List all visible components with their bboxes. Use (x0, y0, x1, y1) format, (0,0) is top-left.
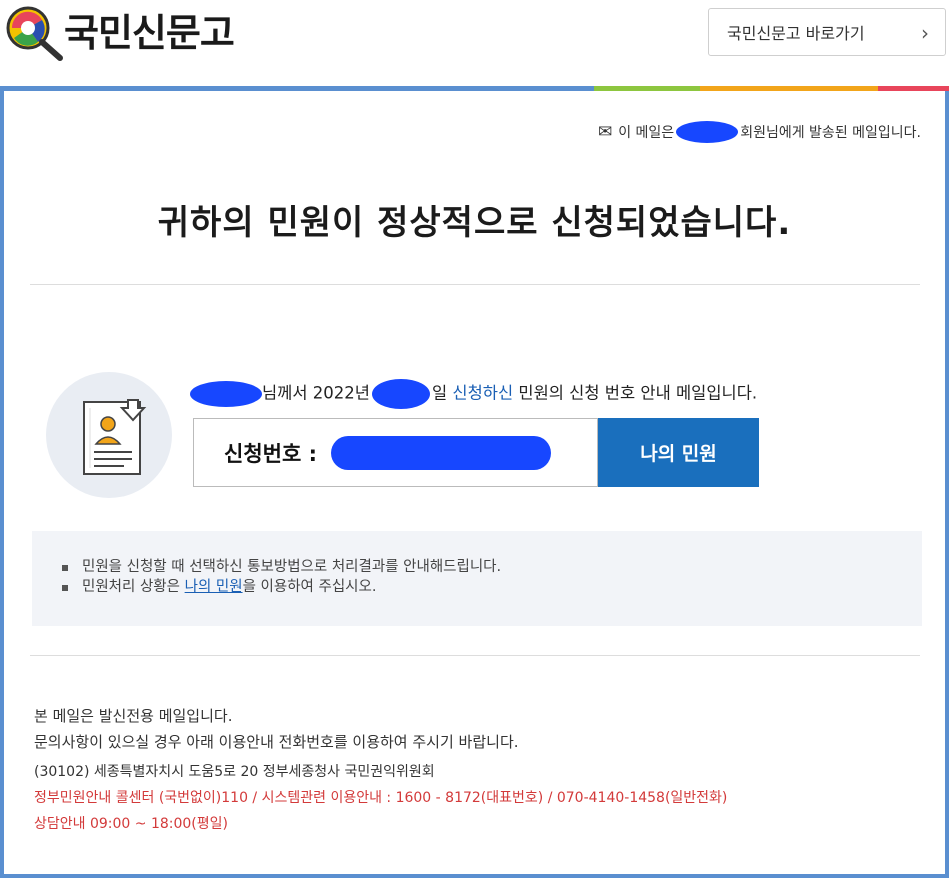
document-circle (46, 372, 172, 498)
footer-call-center: 정부민원안내 콜센터 (국번없이)110 / 시스템관련 이용안내 : 1600… (34, 790, 728, 806)
recipient-notice: ✉ 이 메일은 회원님에게 발송된 메일입니다. (598, 121, 921, 143)
footer-line-1: 본 메일은 발신전용 메일입니다. (34, 707, 233, 725)
shortcut-button[interactable]: 국민신문고 바로가기 › (708, 8, 946, 56)
notice-line-2-prefix: 민원처리 상황은 (82, 579, 180, 595)
redacted-name-2 (190, 381, 262, 407)
redacted-application-number (331, 435, 551, 470)
mail-frame: ✉ 이 메일은 회원님에게 발송된 메일입니다. 귀하의 민원이 정상적으로 신… (0, 91, 949, 878)
intro-link[interactable]: 신청하신 (452, 384, 513, 403)
divider (30, 655, 920, 656)
logo-text: 국민신문고 (64, 9, 235, 55)
divider (30, 284, 920, 285)
recipient-prefix: 이 메일은 (618, 125, 675, 141)
notice-line-2-suffix: 을 이용하여 주십시오. (242, 579, 377, 595)
application-number-label: 신청번호 : (224, 441, 317, 466)
application-number-box: 신청번호 : (193, 418, 598, 487)
notice-item: 민원을 신청할 때 선택하신 통보방법으로 처리결과를 안내해드립니다. (62, 557, 922, 577)
logo[interactable]: 국민신문고 (2, 2, 235, 62)
notice-box: 민원을 신청할 때 선택하신 통보방법으로 처리결과를 안내해드립니다. 민원처… (32, 531, 922, 626)
footer-address: (30102) 세종특별자치시 도움5로 20 정부세종청사 국민권익위원회 (34, 764, 435, 780)
redacted-name (676, 121, 739, 143)
my-complaint-link[interactable]: 나의 민원 (185, 579, 243, 595)
notice-line-1: 민원을 신청할 때 선택하신 통보방법으로 처리결과를 안내해드립니다. (82, 559, 502, 575)
intro-part-2: 일 (431, 383, 448, 403)
recipient-suffix: 회원님에게 발송된 메일입니다. (740, 125, 921, 141)
my-complaint-button[interactable]: 나의 민원 (598, 418, 759, 487)
envelope-icon: ✉ (597, 122, 613, 142)
application-document-icon (83, 399, 147, 475)
intro-text: 님께서 2022년 일 신청하신 민원의 신청 번호 안내 메일입니다. (190, 379, 757, 409)
intro-part-1: 님께서 2022년 (262, 383, 370, 403)
redacted-date (371, 379, 430, 409)
chevron-right-icon: › (921, 21, 929, 45)
footer-hours: 상담안내 09:00 ~ 18:00(평일) (34, 816, 228, 832)
shortcut-label: 국민신문고 바로가기 (727, 24, 865, 43)
intro-part-3: 민원의 신청 번호 안내 메일입니다. (518, 383, 758, 403)
site-header: 국민신문고 국민신문고 바로가기 › (0, 0, 949, 86)
page-title: 귀하의 민원이 정상적으로 신청되었습니다. (157, 203, 792, 243)
magnifier-logo-icon (6, 6, 63, 61)
footer-line-2: 문의사항이 있으실 경우 아래 이용안내 전화번호를 이용하여 주시기 바랍니다… (34, 733, 519, 751)
notice-item: 민원처리 상황은 나의 민원을 이용하여 주십시오. (62, 577, 922, 597)
footer: 본 메일은 발신전용 메일입니다. 문의사항이 있으실 경우 아래 이용안내 전… (34, 703, 727, 837)
